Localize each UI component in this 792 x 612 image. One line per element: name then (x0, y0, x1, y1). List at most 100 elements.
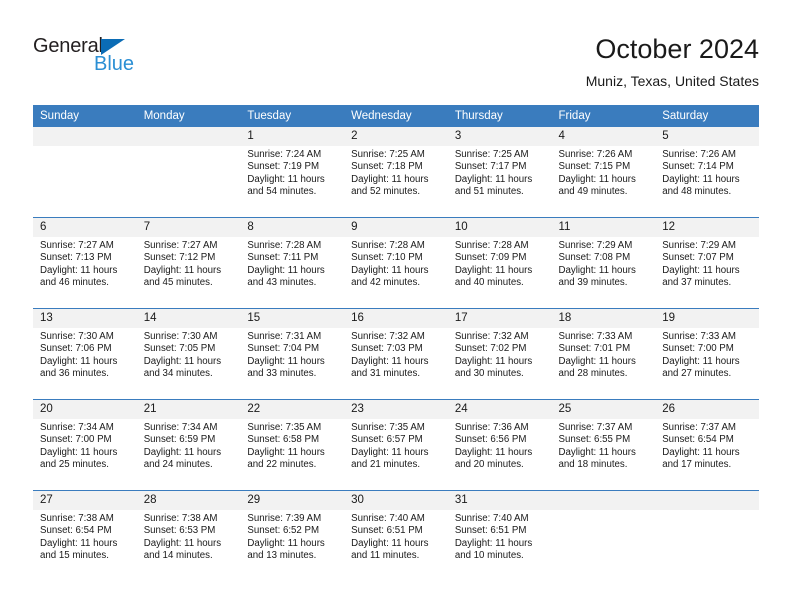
day-number: 4 (551, 127, 656, 146)
calendar-day-cell[interactable]: 24 Sunrise: 7:36 AM Sunset: 6:56 PM Dayligh… (447, 399, 552, 491)
day-number (33, 127, 137, 146)
day-details: Sunrise: 7:24 AM Sunset: 7:19 PM Daylight:… (240, 146, 344, 199)
sunset-text: Sunset: 6:53 PM (143, 525, 216, 537)
calendar-day-cell[interactable]: 30 Sunrise: 7:40 AM Sunset: 6:51 PM Dayligh… (344, 490, 448, 581)
sunrise-text: Sunrise: 7:28 AM (247, 240, 322, 251)
calendar-grid: Sunday Monday Tuesday Wednesday Thursday Frid… (33, 105, 759, 581)
daylight-text: Daylight: 11 hours and 25 minutes. (40, 446, 118, 471)
day-cell-inner: 23 Sunrise: 7:35 AM Sunset: 6:57 PM Dayligh… (344, 400, 448, 490)
day-cell-inner: 1 Sunrise: 7:24 AM Sunset: 7:19 PM Daylight… (240, 127, 345, 217)
calendar-day-cell[interactable]: 1 Sunrise: 7:24 AM Sunset: 7:19 PM Daylight… (240, 127, 345, 218)
day-number: 10 (447, 218, 552, 237)
day-number: 9 (344, 218, 448, 237)
calendar-day-cell[interactable]: 7 Sunrise: 7:27 AM Sunset: 7:12 PM Daylight… (136, 217, 241, 309)
sunrise-text: Sunrise: 7:32 AM (454, 331, 529, 342)
calendar-day-cell[interactable]: 9 Sunrise: 7:28 AM Sunset: 7:10 PM Daylight… (344, 217, 448, 309)
daylight-text: Daylight: 11 hours and 10 minutes. (454, 537, 533, 562)
sunrise-text: Sunrise: 7:32 AM (351, 331, 425, 342)
calendar-page: General Blue October 2024 Muniz, Texas, … (0, 0, 792, 612)
sunset-text: Sunset: 7:05 PM (143, 343, 216, 355)
calendar-day-cell[interactable]: 25 Sunrise: 7:37 AM Sunset: 6:55 PM Dayligh… (551, 399, 656, 491)
sunset-text: Sunset: 7:12 PM (143, 252, 216, 264)
daylight-text: Daylight: 11 hours and 28 minutes. (558, 355, 636, 380)
day-number: 25 (551, 400, 656, 419)
day-cell-inner (33, 127, 137, 217)
daylight-text: Daylight: 11 hours and 24 minutes. (143, 446, 222, 471)
day-number: 6 (33, 218, 137, 237)
day-cell-inner: 27 Sunrise: 7:38 AM Sunset: 6:54 PM Dayligh… (33, 491, 137, 581)
calendar-day-cell[interactable]: 22 Sunrise: 7:35 AM Sunset: 6:58 PM Dayligh… (240, 399, 345, 491)
sunrise-text: Sunrise: 7:37 AM (662, 422, 736, 433)
day-details: Sunrise: 7:29 AM Sunset: 7:07 PM Daylight:… (655, 237, 759, 290)
calendar-day-cell[interactable]: 31 Sunrise: 7:40 AM Sunset: 6:51 PM Dayligh… (447, 490, 552, 581)
calendar-day-cell[interactable]: 10 Sunrise: 7:28 AM Sunset: 7:09 PM Dayligh… (447, 217, 552, 309)
day-details: Sunrise: 7:36 AM Sunset: 6:56 PM Daylight:… (448, 419, 552, 472)
sunset-text: Sunset: 7:10 PM (351, 252, 423, 264)
day-number: 27 (33, 491, 137, 510)
sunset-text: Sunset: 6:58 PM (247, 434, 320, 446)
sunset-text: Sunset: 7:01 PM (558, 343, 631, 355)
calendar-day-cell[interactable]: 29 Sunrise: 7:39 AM Sunset: 6:52 PM Dayligh… (240, 490, 345, 581)
daylight-text: Daylight: 11 hours and 46 minutes. (40, 264, 118, 289)
calendar-day-cell[interactable]: 20 Sunrise: 7:34 AM Sunset: 7:00 PM Dayligh… (33, 399, 137, 491)
day-cell-inner (551, 491, 656, 581)
calendar-day-cell[interactable]: 5 Sunrise: 7:26 AM Sunset: 7:14 PM Daylight… (655, 127, 759, 218)
daylight-text: Daylight: 11 hours and 11 minutes. (351, 537, 429, 562)
calendar-day-cell[interactable]: 11 Sunrise: 7:29 AM Sunset: 7:08 PM Dayligh… (551, 217, 656, 309)
day-details: Sunrise: 7:33 AM Sunset: 7:00 PM Daylight:… (655, 328, 759, 381)
sunset-text: Sunset: 6:56 PM (454, 434, 527, 446)
day-number: 22 (240, 400, 345, 419)
daylight-text: Daylight: 11 hours and 51 minutes. (454, 173, 533, 198)
sunrise-text: Sunrise: 7:40 AM (351, 513, 425, 524)
sunset-text: Sunset: 7:00 PM (662, 343, 734, 355)
daylight-text: Daylight: 11 hours and 40 minutes. (454, 264, 533, 289)
calendar-day-cell[interactable]: 4 Sunrise: 7:26 AM Sunset: 7:15 PM Daylight… (551, 127, 656, 218)
calendar-day-cell[interactable]: 6 Sunrise: 7:27 AM Sunset: 7:13 PM Daylight… (33, 217, 137, 309)
daylight-text: Daylight: 11 hours and 33 minutes. (247, 355, 325, 380)
calendar-day-cell[interactable]: 8 Sunrise: 7:28 AM Sunset: 7:11 PM Daylight… (240, 217, 345, 309)
calendar-day-cell[interactable]: 3 Sunrise: 7:25 AM Sunset: 7:17 PM Daylight… (447, 127, 552, 218)
calendar-day-cell[interactable]: 13 Sunrise: 7:30 AM Sunset: 7:06 PM Dayligh… (33, 308, 137, 400)
calendar-day-cell[interactable]: 16 Sunrise: 7:32 AM Sunset: 7:03 PM Dayligh… (344, 308, 448, 400)
sunrise-text: Sunrise: 7:27 AM (40, 240, 114, 251)
sunset-text: Sunset: 7:08 PM (558, 252, 631, 264)
sunset-text: Sunset: 6:57 PM (351, 434, 423, 446)
calendar-day-cell[interactable]: 14 Sunrise: 7:30 AM Sunset: 7:05 PM Dayligh… (136, 308, 241, 400)
calendar-body: 1 Sunrise: 7:24 AM Sunset: 7:19 PM Daylight… (33, 127, 759, 581)
daylight-text: Daylight: 11 hours and 34 minutes. (143, 355, 222, 380)
day-details: Sunrise: 7:40 AM Sunset: 6:51 PM Daylight:… (344, 510, 448, 563)
calendar-day-cell[interactable]: 21 Sunrise: 7:34 AM Sunset: 6:59 PM Dayligh… (136, 399, 241, 491)
calendar-day-cell[interactable]: 18 Sunrise: 7:33 AM Sunset: 7:01 PM Dayligh… (551, 308, 656, 400)
day-cell-inner: 9 Sunrise: 7:28 AM Sunset: 7:10 PM Daylight… (344, 218, 448, 308)
daylight-text: Daylight: 11 hours and 52 minutes. (351, 173, 429, 198)
calendar-day-cell[interactable]: 23 Sunrise: 7:35 AM Sunset: 6:57 PM Dayligh… (344, 399, 448, 491)
day-number: 2 (344, 127, 448, 146)
day-cell-inner: 6 Sunrise: 7:27 AM Sunset: 7:13 PM Daylight… (33, 218, 137, 308)
calendar-cell-empty (655, 490, 759, 581)
calendar-day-cell[interactable]: 26 Sunrise: 7:37 AM Sunset: 6:54 PM Dayligh… (655, 399, 759, 491)
day-cell-inner: 18 Sunrise: 7:33 AM Sunset: 7:01 PM Dayligh… (551, 309, 656, 399)
calendar-day-cell[interactable]: 2 Sunrise: 7:25 AM Sunset: 7:18 PM Daylight… (344, 127, 448, 218)
day-cell-inner: 26 Sunrise: 7:37 AM Sunset: 6:54 PM Dayligh… (655, 400, 759, 490)
sunset-text: Sunset: 6:51 PM (454, 525, 527, 537)
sunrise-text: Sunrise: 7:29 AM (662, 240, 736, 251)
sunset-text: Sunset: 6:54 PM (40, 525, 112, 537)
weekday-header-saturday: Saturday (655, 105, 759, 127)
daylight-text: Daylight: 11 hours and 27 minutes. (662, 355, 740, 380)
calendar-day-cell[interactable]: 12 Sunrise: 7:29 AM Sunset: 7:07 PM Dayligh… (655, 217, 759, 309)
sunset-text: Sunset: 6:54 PM (662, 434, 734, 446)
day-cell-inner: 22 Sunrise: 7:35 AM Sunset: 6:58 PM Dayligh… (240, 400, 345, 490)
sunset-text: Sunset: 7:02 PM (454, 343, 527, 355)
calendar-day-cell[interactable]: 17 Sunrise: 7:32 AM Sunset: 7:02 PM Dayligh… (447, 308, 552, 400)
weekday-header-wednesday: Wednesday (344, 105, 448, 127)
day-number (551, 491, 656, 510)
sunrise-text: Sunrise: 7:25 AM (351, 149, 425, 160)
sunrise-text: Sunrise: 7:39 AM (247, 513, 322, 524)
calendar-day-cell[interactable]: 15 Sunrise: 7:31 AM Sunset: 7:04 PM Dayligh… (240, 308, 345, 400)
brand-logo[interactable]: General Blue (33, 35, 233, 85)
day-details: Sunrise: 7:28 AM Sunset: 7:10 PM Daylight:… (344, 237, 448, 290)
day-details: Sunrise: 7:32 AM Sunset: 7:02 PM Daylight:… (448, 328, 552, 381)
calendar-day-cell[interactable]: 28 Sunrise: 7:38 AM Sunset: 6:53 PM Dayligh… (136, 490, 241, 581)
calendar-day-cell[interactable]: 27 Sunrise: 7:38 AM Sunset: 6:54 PM Dayligh… (33, 490, 137, 581)
calendar-day-cell[interactable]: 19 Sunrise: 7:33 AM Sunset: 7:00 PM Dayligh… (655, 308, 759, 400)
